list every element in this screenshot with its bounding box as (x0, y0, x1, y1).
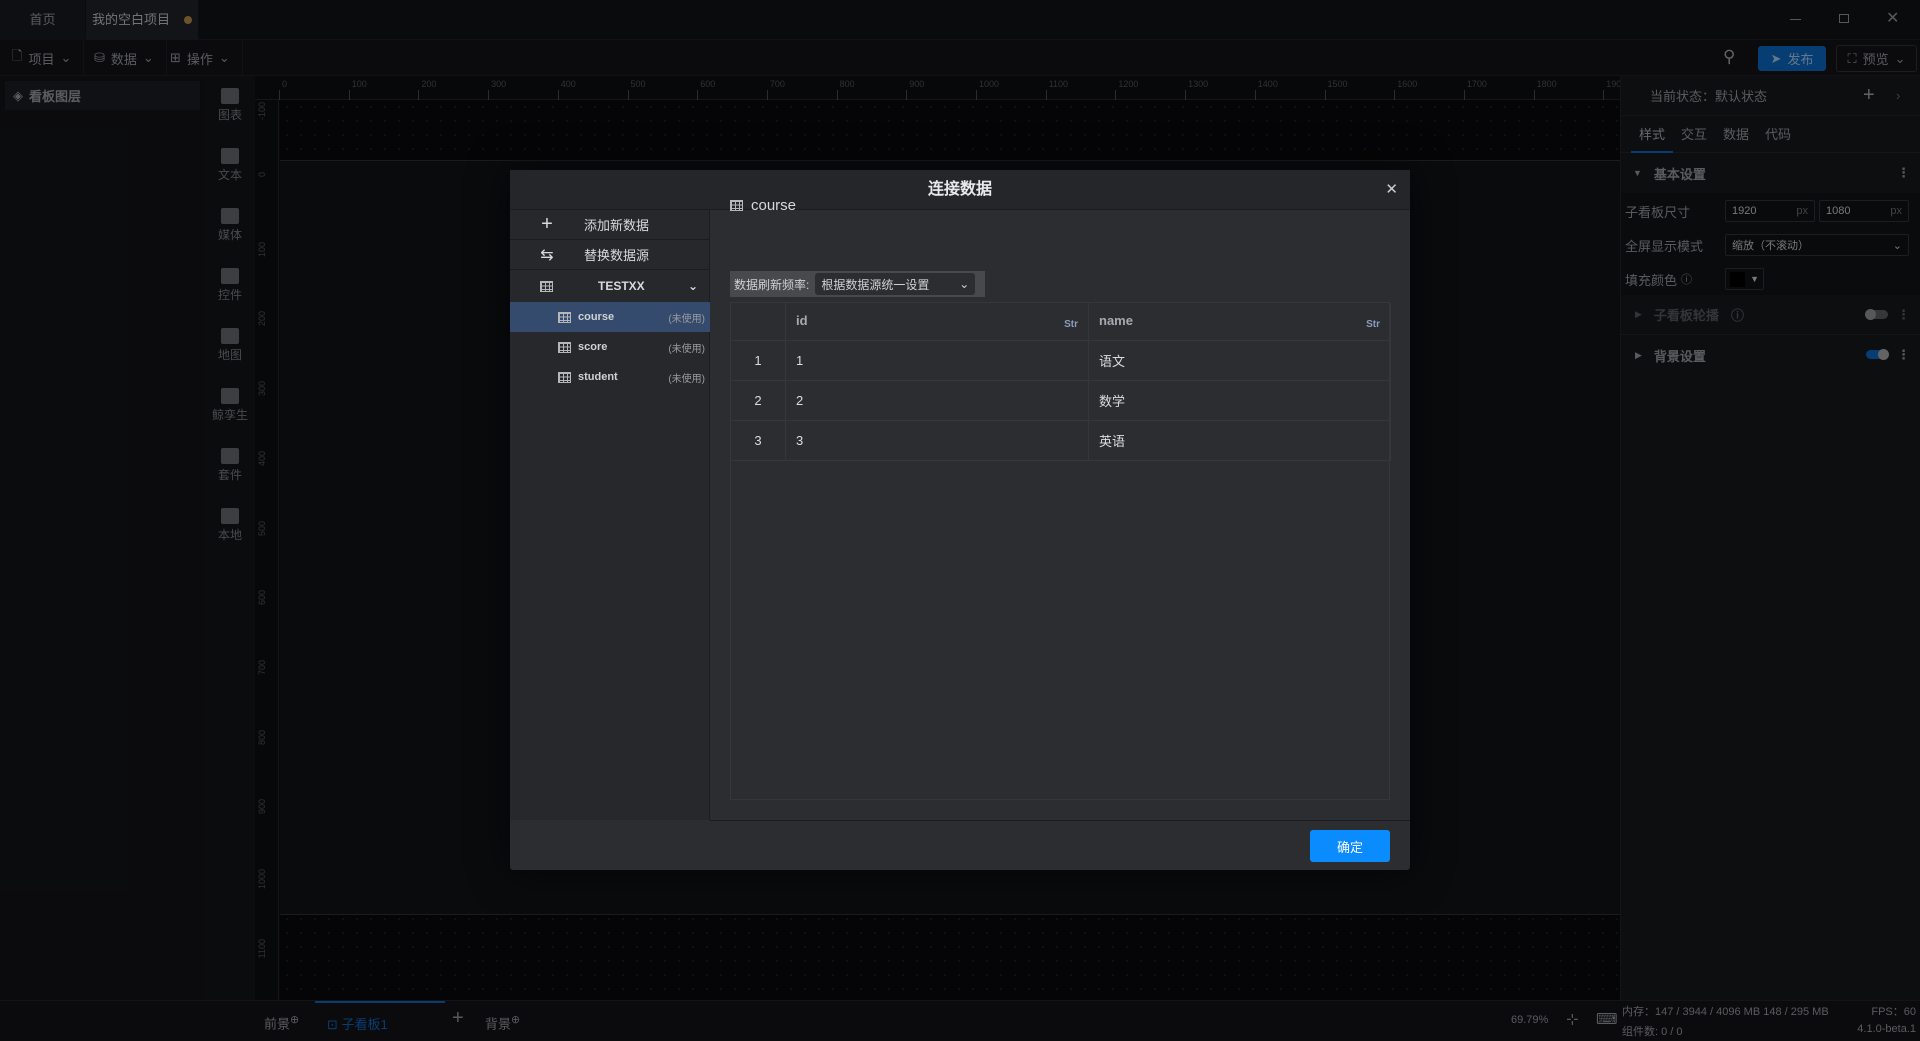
close-icon[interactable]: ✕ (1385, 170, 1398, 210)
header-index (731, 303, 786, 341)
confirm-button[interactable]: 确定 (1310, 830, 1390, 862)
row-index: 1 (731, 341, 786, 381)
table-cell: 3 (786, 421, 1089, 461)
table-icon (558, 311, 571, 323)
row-index: 2 (731, 381, 786, 421)
table-item-course[interactable]: course (未使用) (510, 302, 710, 332)
refresh-rate-select[interactable]: 根据数据源统一设置 ⌄ (815, 273, 976, 295)
swap-icon: ⇆ (540, 246, 554, 264)
row-index: 3 (731, 421, 786, 461)
table-icon (540, 280, 553, 292)
table-cell: 2 (786, 381, 1089, 421)
chevron-down-icon: ⌄ (959, 277, 970, 291)
data-source-panel: + 添加新数据 ⇆ 替换数据源 TESTXX ⌄ course (未使用) score (未… (510, 210, 710, 820)
add-data-button[interactable]: + 添加新数据 (510, 210, 710, 240)
table-icon (558, 371, 571, 383)
table-cell: 英语 (1089, 421, 1391, 461)
type-badge: Str (1366, 319, 1380, 330)
refresh-rate-row: 数据刷新频率: 根据数据源统一设置 ⌄ (730, 271, 985, 297)
chevron-down-icon: ⌄ (687, 279, 698, 293)
connect-data-dialog: 连接数据 ✕ + 添加新数据 ⇆ 替换数据源 TESTXX ⌄ course (未使用)… (510, 170, 1410, 870)
dialog-title: 连接数据 ✕ (510, 170, 1410, 210)
column-header-name[interactable]: name Str (1089, 303, 1391, 341)
current-table-title: course (730, 197, 796, 214)
table-cell: 1 (786, 341, 1089, 381)
data-table: id Str name Str 1 1 语文 2 2 数学 3 3 英语 (730, 302, 1391, 800)
table-item-student[interactable]: student (未使用) (510, 362, 710, 392)
table-item-score[interactable]: score (未使用) (510, 332, 710, 362)
table-icon (558, 341, 571, 353)
type-badge: Str (1064, 319, 1078, 330)
table-cell: 数学 (1089, 381, 1391, 421)
replace-source-button[interactable]: ⇆ 替换数据源 (510, 240, 710, 270)
table-icon (730, 200, 743, 211)
column-header-id[interactable]: id Str (786, 303, 1089, 341)
plus-icon: + (541, 213, 553, 235)
table-cell: 语文 (1089, 341, 1391, 381)
source-group[interactable]: TESTXX ⌄ (510, 270, 710, 302)
